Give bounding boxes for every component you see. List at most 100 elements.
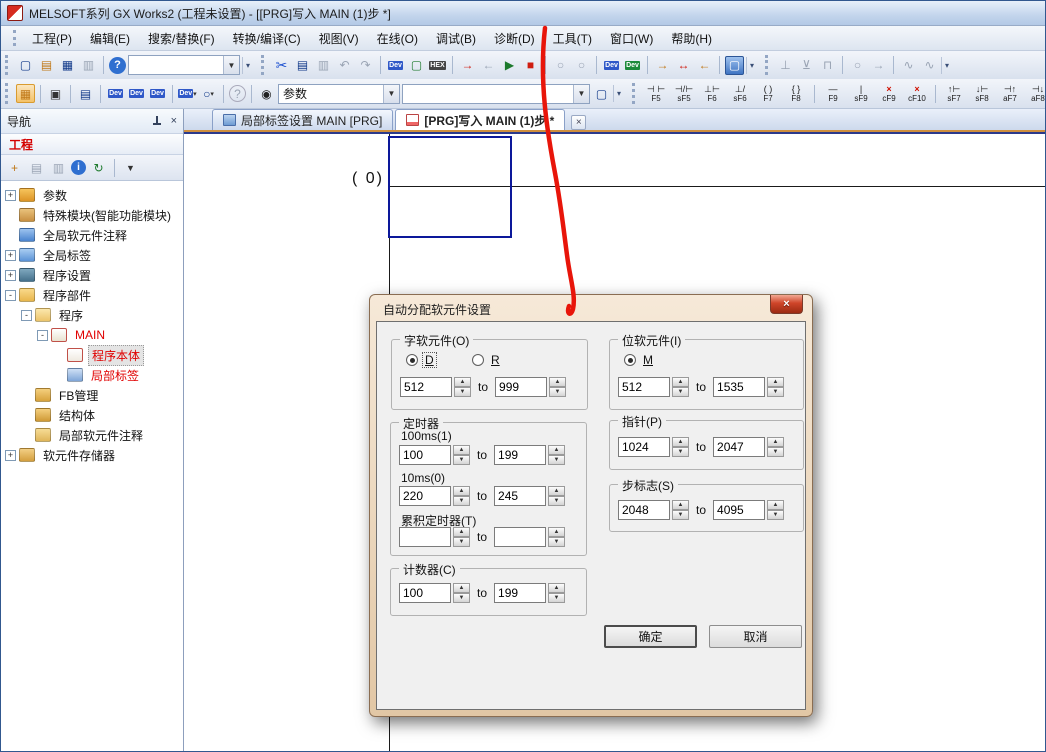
timer-10ms-to-input[interactable] <box>494 486 546 506</box>
delete-horizontal-line-button[interactable]: ×cF9 <box>876 81 902 107</box>
monitor-mode-icon[interactable]: ▢ <box>725 56 744 75</box>
tree-item-local-label[interactable]: 局部标签 <box>1 365 183 385</box>
falling-pulse-button[interactable]: ↓⊢sF8 <box>969 81 995 107</box>
tree-item-global-device-comment[interactable]: 全局软元件注释 <box>1 225 183 245</box>
screen-find-icon[interactable]: ▢ <box>407 56 426 75</box>
menu-debug[interactable]: 调试(B) <box>428 27 484 50</box>
spinner[interactable]: ▲▼ <box>453 445 470 465</box>
save-project-icon[interactable]: ▦ <box>58 56 77 75</box>
spin-up-icon[interactable]: ▲ <box>453 486 470 496</box>
bit-to-spinner[interactable]: ▲▼ <box>767 377 784 397</box>
radio-r-icon[interactable] <box>472 354 484 366</box>
rising-pulse-branch-button[interactable]: ⊣↑aF7 <box>997 81 1023 107</box>
retentive-to-input[interactable] <box>494 527 546 547</box>
expand-toggle[interactable]: + <box>5 250 16 261</box>
device-display-mode-icon[interactable]: Dev▾ <box>178 84 197 103</box>
help-gray-icon[interactable]: ? <box>229 85 246 102</box>
spin-up-icon[interactable]: ▲ <box>453 527 470 537</box>
spinner[interactable]: ▲▼ <box>453 486 470 506</box>
tree-item-program-body[interactable]: 程序本体 <box>1 345 183 365</box>
menu-online[interactable]: 在线(O) <box>369 27 426 50</box>
counter-from-input[interactable] <box>399 583 451 603</box>
spin-down-icon[interactable]: ▼ <box>548 537 565 547</box>
word-from-spinner[interactable]: ▲▼ <box>454 377 471 397</box>
timer-100ms-to-input[interactable] <box>494 445 546 465</box>
spin-down-icon[interactable]: ▼ <box>454 387 471 397</box>
cut-icon[interactable]: ✂ <box>272 56 291 75</box>
menu-window[interactable]: 窗口(W) <box>602 27 661 50</box>
retentive-from-input[interactable] <box>399 527 451 547</box>
find-text-combo[interactable]: ▼ <box>402 84 590 104</box>
spinner[interactable]: ▲▼ <box>672 500 689 520</box>
menu-edit[interactable]: 编辑(E) <box>82 27 138 50</box>
spin-up-icon[interactable]: ▲ <box>672 500 689 510</box>
step-flag-from-input[interactable] <box>618 500 670 520</box>
toolbar-overflow-chevron[interactable]: ▾ <box>242 57 253 74</box>
refresh-icon[interactable]: ↻ <box>89 158 108 177</box>
tree-item-pou[interactable]: - 程序部件 <box>1 285 183 305</box>
find-target-combo[interactable]: 参数 ▼ <box>278 84 400 104</box>
spin-down-icon[interactable]: ▼ <box>453 593 470 603</box>
spin-down-icon[interactable]: ▼ <box>453 537 470 547</box>
menu-convert-compile[interactable]: 转换/编译(C) <box>225 27 309 50</box>
closed-branch-button[interactable]: ⊥/sF6 <box>727 81 753 107</box>
close-document-icon[interactable]: × <box>571 115 586 130</box>
tree-item-local-device-comment[interactable]: 局部软元件注释 <box>1 425 183 445</box>
spinner[interactable]: ▲▼ <box>767 500 784 520</box>
open-contact-button[interactable]: ⊣ ⊢F5 <box>643 81 669 107</box>
toolbar-overflow-chevron[interactable]: ▾ <box>941 57 952 74</box>
spin-up-icon[interactable]: ▲ <box>672 377 689 387</box>
binoculars-find-icon[interactable]: ◉ <box>257 84 276 103</box>
dropdown-arrow-icon[interactable]: ▼ <box>223 56 239 74</box>
spinner[interactable]: ▲▼ <box>453 583 470 603</box>
spin-up-icon[interactable]: ▲ <box>767 500 784 510</box>
menu-project[interactable]: 工程(P) <box>24 27 80 50</box>
ladder-edit1-icon[interactable]: ⊥ <box>776 56 795 75</box>
dropdown-arrow-icon[interactable]: ▼ <box>573 85 589 103</box>
redo-icon[interactable]: ↷ <box>356 56 375 75</box>
write-to-plc-icon[interactable]: → <box>458 56 477 75</box>
spin-down-icon[interactable]: ▼ <box>453 455 470 465</box>
radio-word-r[interactable]: R <box>472 353 502 367</box>
copy-item-icon[interactable]: ▤ <box>27 158 46 177</box>
delete-vertical-line-button[interactable]: ×cF10 <box>904 81 930 107</box>
new-project-icon[interactable]: ▢ <box>16 56 35 75</box>
spin-down-icon[interactable]: ▼ <box>767 510 784 520</box>
bit-from-spinner[interactable]: ▲▼ <box>672 377 689 397</box>
zoom-find-icon[interactable]: ○ <box>551 56 570 75</box>
radio-m-icon[interactable] <box>624 354 636 366</box>
monitor-start-icon[interactable]: ▶ <box>500 56 519 75</box>
radio-word-d[interactable]: D <box>406 353 436 367</box>
spin-down-icon[interactable]: ▼ <box>767 387 784 397</box>
jump-next-icon[interactable]: → <box>653 56 672 75</box>
spin-down-icon[interactable]: ▼ <box>548 496 565 506</box>
module-config-icon[interactable]: ▣ <box>46 84 65 103</box>
device-display-icon[interactable]: Dev <box>602 56 621 75</box>
jump-back-icon[interactable]: ← <box>695 56 714 75</box>
spin-down-icon[interactable]: ▼ <box>767 447 784 457</box>
spin-down-icon[interactable]: ▼ <box>548 455 565 465</box>
monitor-stop-icon[interactable]: ■ <box>521 56 540 75</box>
quick-access-combo[interactable]: ▼ <box>128 55 240 75</box>
spin-up-icon[interactable]: ▲ <box>548 486 565 496</box>
sort-mode-icon[interactable]: ▼ <box>121 158 140 177</box>
coil-button[interactable]: ( )F7 <box>755 81 781 107</box>
tree-item-parameter[interactable]: + 参数 <box>1 185 183 205</box>
tree-item-fb-management[interactable]: FB管理 <box>1 385 183 405</box>
document-find-icon[interactable]: ▢ <box>592 84 611 103</box>
spin-up-icon[interactable]: ▲ <box>453 583 470 593</box>
ladder-edit2-icon[interactable]: ⊻ <box>797 56 816 75</box>
spinner[interactable]: ▲▼ <box>672 437 689 457</box>
ok-button[interactable]: 确定 <box>604 625 697 648</box>
help-icon[interactable]: ? <box>109 57 126 74</box>
tab-local-label-setting[interactable]: 局部标签设置 MAIN [PRG] <box>212 109 393 130</box>
word-from-input[interactable] <box>400 377 452 397</box>
expand-toggle[interactable]: + <box>5 450 16 461</box>
pointer-to-input[interactable] <box>713 437 765 457</box>
spin-down-icon[interactable]: ▼ <box>453 496 470 506</box>
expand-toggle[interactable]: - <box>21 310 32 321</box>
tree-item-device-memory[interactable]: + 软元件存储器 <box>1 445 183 465</box>
paste-icon[interactable]: ▥ <box>314 56 333 75</box>
expand-toggle[interactable]: + <box>5 190 16 201</box>
pointer-from-input[interactable] <box>618 437 670 457</box>
